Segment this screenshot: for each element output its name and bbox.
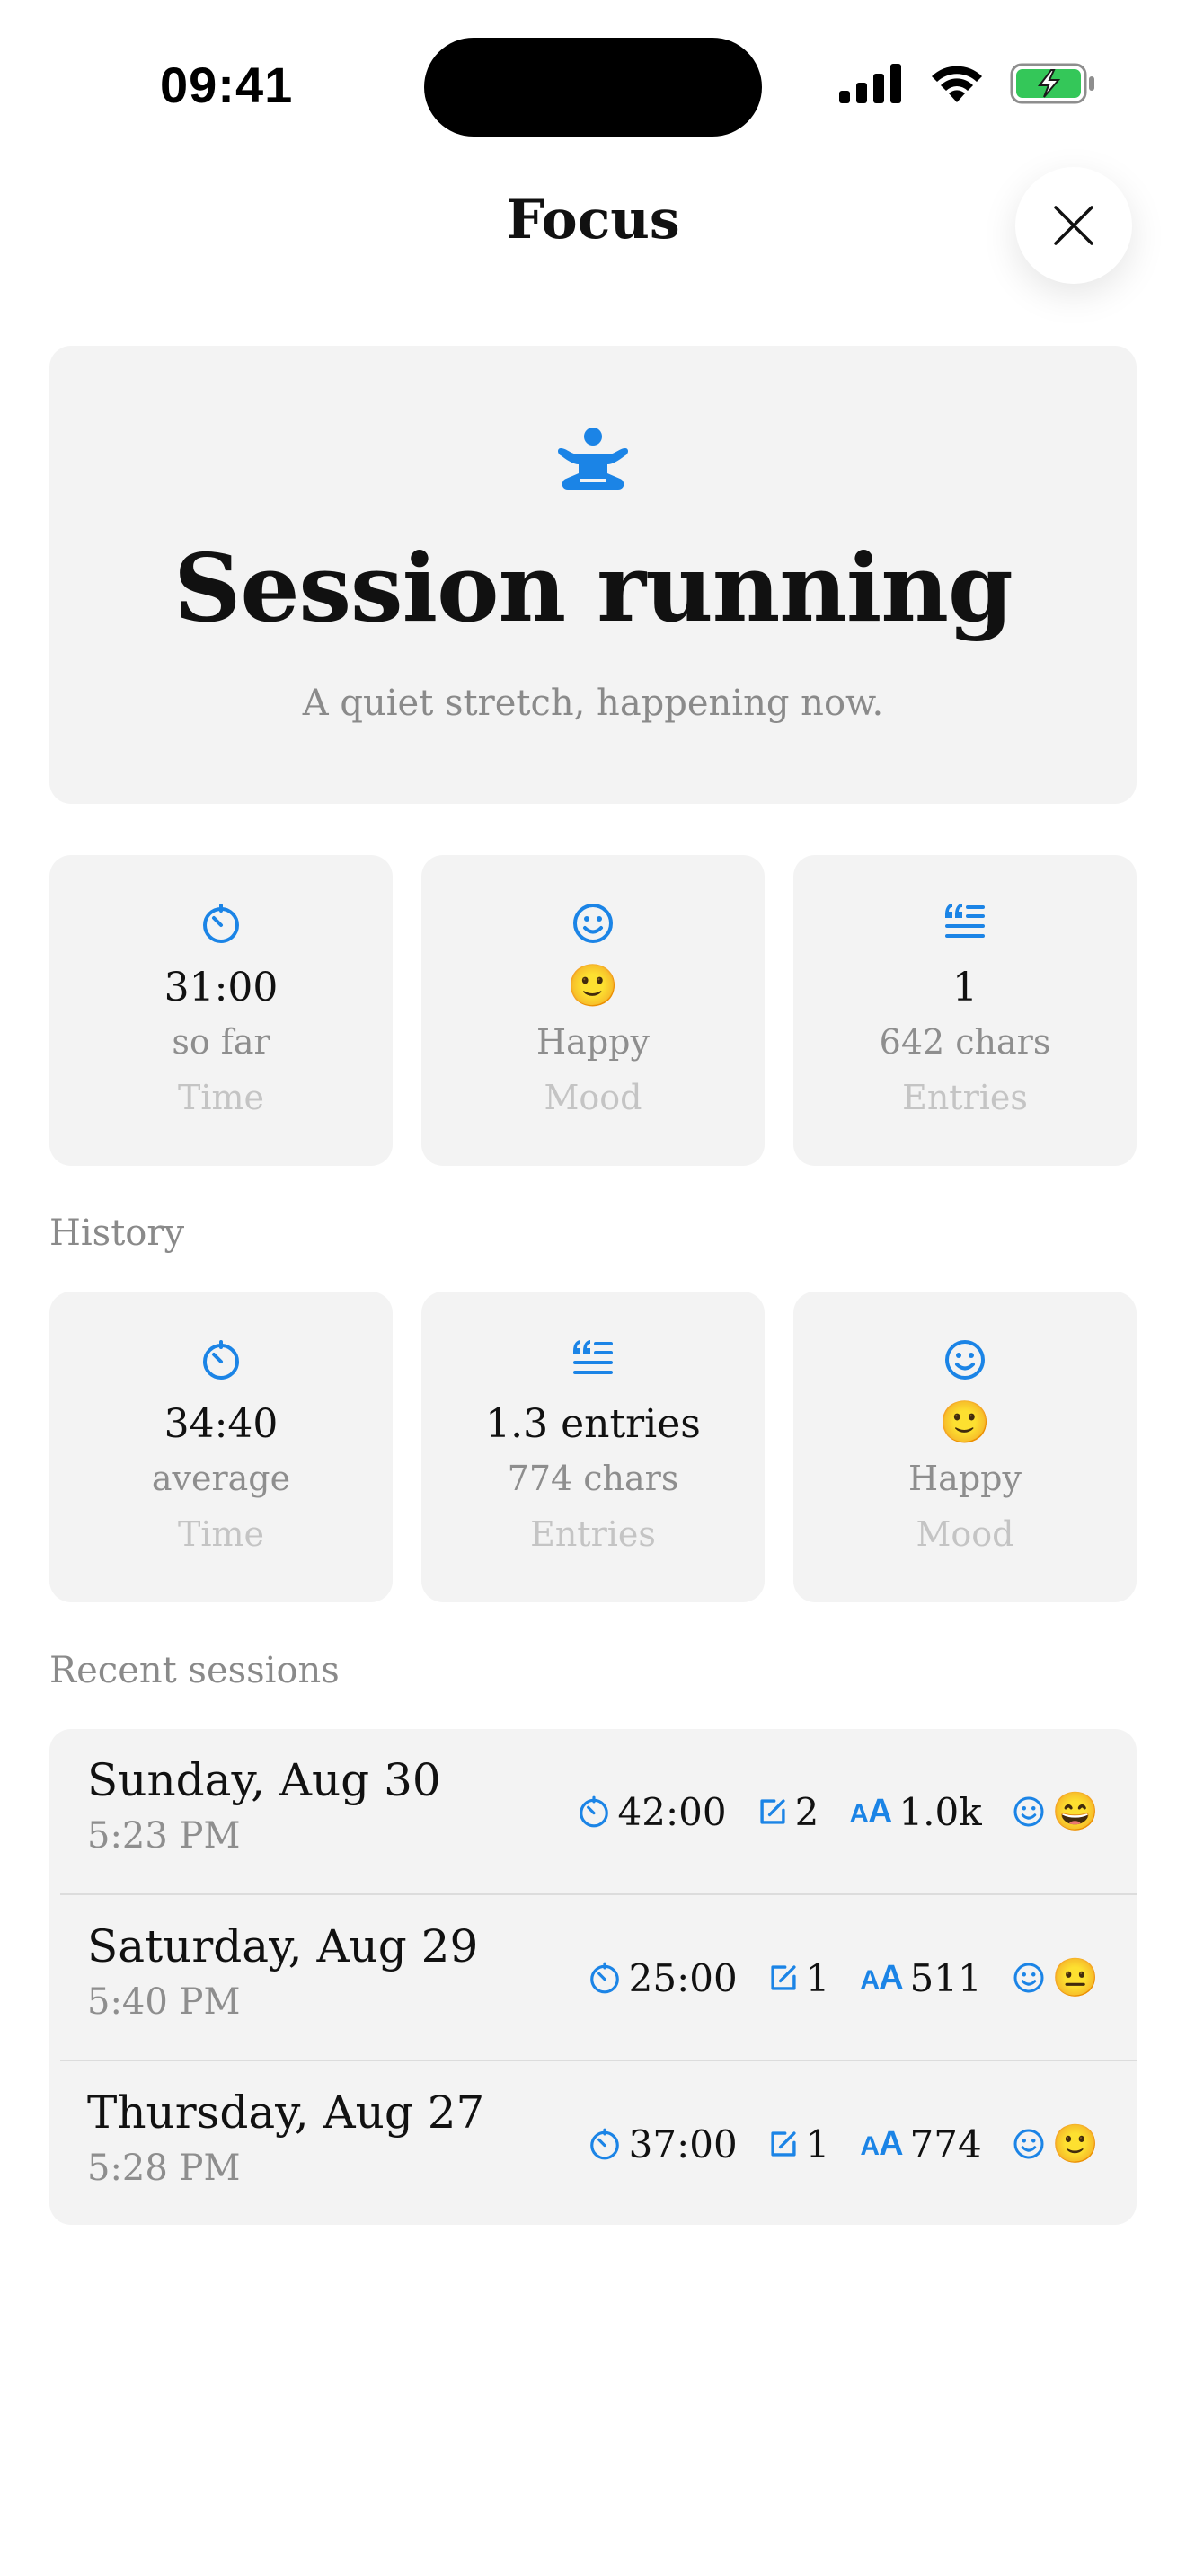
compose-icon xyxy=(771,2131,796,2157)
session-metrics: 37:00 1 AA 774 🙂 xyxy=(588,2061,1099,2227)
session-row[interactable]: Sunday, Aug 30 5:23 PM 42:00 2 AA 1.0k 😄 xyxy=(49,1729,1137,1894)
history-time-card: 34:40 average Time xyxy=(49,1292,393,1602)
timer-icon xyxy=(579,1795,608,1828)
cellular-signal-icon xyxy=(839,64,901,103)
history-mood-label: Mood xyxy=(916,1514,1014,1554)
status-icons xyxy=(839,63,1096,104)
current-time-sub: so far xyxy=(172,1022,270,1062)
session-row[interactable]: Thursday, Aug 27 5:28 PM 37:00 1 AA 774 … xyxy=(49,2061,1137,2227)
smiley-icon xyxy=(1013,1796,1044,1827)
timer-icon xyxy=(203,904,239,943)
quote-list-icon xyxy=(573,1340,613,1374)
session-metrics: 42:00 2 AA 1.0k 😄 xyxy=(577,1729,1099,1894)
history-mood-emoji: 🙂 xyxy=(939,1398,991,1446)
session-status-subtitle: A quiet stretch, happening now. xyxy=(302,683,884,724)
smiley-icon xyxy=(945,1340,985,1380)
smiley-icon xyxy=(1013,1963,1044,1993)
current-mood-sub: Happy xyxy=(536,1022,650,1062)
history-time-value: 34:40 xyxy=(164,1401,279,1447)
battery-charging-icon xyxy=(1010,63,1094,104)
session-time: 5:28 PM xyxy=(87,2148,241,2189)
recent-sessions-heading: Recent sessions xyxy=(49,1650,340,1691)
text-size-icon: AA xyxy=(860,1958,903,1997)
session-time: 5:23 PM xyxy=(87,1815,241,1857)
history-entries-label: Entries xyxy=(530,1514,656,1554)
history-heading: History xyxy=(49,1213,185,1254)
session-date: Saturday, Aug 29 xyxy=(87,1920,479,1972)
current-entries-card: 1 642 chars Entries xyxy=(793,855,1137,1166)
recent-sessions-list: Sunday, Aug 30 5:23 PM 42:00 2 AA 1.0k 😄… xyxy=(49,1729,1137,2225)
page-title: Focus xyxy=(506,189,680,251)
session-duration: 25:00 xyxy=(628,1955,738,2000)
session-mood-emoji: 😄 xyxy=(1051,1789,1099,1833)
current-time-value: 31:00 xyxy=(164,965,279,1010)
smiley-icon xyxy=(1013,2129,1044,2159)
session-mood-emoji: 😐 xyxy=(1051,1955,1099,1999)
current-entries-value: 1 xyxy=(952,965,978,1010)
compose-icon xyxy=(771,1965,796,1990)
session-chars: 774 xyxy=(909,2122,982,2166)
session-mood-emoji: 🙂 xyxy=(1051,2122,1099,2166)
session-date: Sunday, Aug 30 xyxy=(87,1754,441,1806)
timer-icon xyxy=(589,1962,619,1994)
current-mood-emoji: 🙂 xyxy=(567,961,619,1010)
close-icon xyxy=(1054,206,1093,245)
session-entries: 2 xyxy=(794,1789,819,1834)
history-mood-sub: Happy xyxy=(908,1459,1022,1498)
history-time-label: Time xyxy=(177,1514,265,1554)
history-entries-card: 1.3 entries 774 chars Entries xyxy=(421,1292,765,1602)
session-status-title: Session running xyxy=(173,533,1013,643)
session-time: 5:40 PM xyxy=(87,1981,241,2023)
session-chars: 1.0k xyxy=(898,1789,982,1834)
text-size-icon: AA xyxy=(849,1792,892,1831)
smiley-icon xyxy=(573,904,613,943)
close-button[interactable] xyxy=(1015,167,1132,284)
session-metrics: 25:00 1 AA 511 😐 xyxy=(588,1895,1099,2060)
session-entries: 1 xyxy=(805,2122,830,2166)
timer-icon xyxy=(203,1340,239,1380)
session-duration: 42:00 xyxy=(617,1789,727,1834)
current-entries-sub: 642 chars xyxy=(879,1022,1051,1062)
wifi-icon xyxy=(932,66,982,102)
session-entries: 1 xyxy=(805,1955,830,2000)
dynamic-island xyxy=(424,38,762,137)
current-entries-label: Entries xyxy=(902,1078,1028,1117)
current-time-card: 31:00 so far Time xyxy=(49,855,393,1166)
session-hero-card: Session running A quiet stretch, happeni… xyxy=(49,346,1137,804)
history-entries-value: 1.3 entries xyxy=(485,1401,701,1447)
session-date: Thursday, Aug 27 xyxy=(87,2086,485,2139)
current-time-label: Time xyxy=(177,1078,265,1117)
session-row[interactable]: Saturday, Aug 29 5:40 PM 25:00 1 AA 511 … xyxy=(49,1895,1137,2060)
current-mood-card: 🙂 Happy Mood xyxy=(421,855,765,1166)
current-mood-label: Mood xyxy=(544,1078,642,1117)
timer-icon xyxy=(589,2128,619,2160)
text-size-icon: AA xyxy=(860,2124,903,2163)
history-time-sub: average xyxy=(151,1459,291,1498)
session-chars: 511 xyxy=(909,1955,982,2000)
session-duration: 37:00 xyxy=(628,2122,738,2166)
meditation-icon xyxy=(558,428,628,490)
history-entries-sub: 774 chars xyxy=(507,1459,679,1498)
compose-icon xyxy=(759,1799,785,1824)
history-mood-card: 🙂 Happy Mood xyxy=(793,1292,1137,1602)
quote-list-icon xyxy=(945,904,985,938)
status-time: 09:41 xyxy=(160,57,294,113)
